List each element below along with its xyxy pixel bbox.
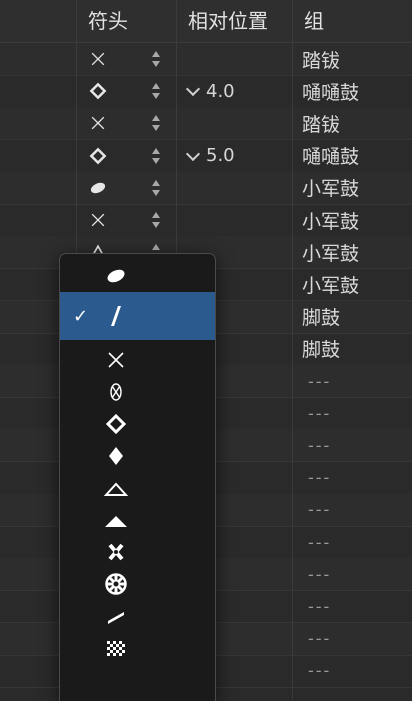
menu-item-filled-diamond-notehead[interactable] xyxy=(60,440,215,472)
table-row[interactable]: 小军鼓 xyxy=(0,171,412,205)
group-cell[interactable]: --- xyxy=(302,655,412,687)
relative-position-value: 4.0 xyxy=(206,80,235,102)
menu-item-filled-oval-notehead[interactable] xyxy=(60,260,215,292)
column-divider xyxy=(292,0,293,700)
notehead-stepper[interactable] xyxy=(150,107,162,139)
group-cell[interactable]: --- xyxy=(302,462,412,494)
filled-diamond-notehead-icon xyxy=(104,444,128,468)
group-cell[interactable]: 小军鼓 xyxy=(302,204,412,236)
group-cell[interactable]: 小军鼓 xyxy=(302,268,412,300)
notehead-stepper[interactable] xyxy=(150,43,162,75)
thin-slash-notehead-icon xyxy=(104,604,128,628)
checkmark-icon: ✓ xyxy=(73,305,89,327)
notehead-stepper[interactable] xyxy=(150,204,162,236)
table-header: 符头 相对位置 组 xyxy=(0,0,412,43)
filled-triangle-notehead-icon xyxy=(104,508,128,532)
notehead-stepper[interactable] xyxy=(150,172,162,204)
diamond-notehead-icon[interactable] xyxy=(86,140,110,172)
triangle-outline-notehead-icon xyxy=(103,476,129,500)
group-cell[interactable]: 小军鼓 xyxy=(302,236,412,268)
menu-item-circled-x-notehead[interactable] xyxy=(60,376,215,408)
oval-notehead-icon[interactable] xyxy=(86,172,110,204)
menu-item-filled-triangle-notehead[interactable] xyxy=(60,504,215,536)
menu-item-circle-cross-notehead[interactable] xyxy=(60,568,215,600)
bold-x-notehead-icon xyxy=(104,540,128,564)
group-cell[interactable]: --- xyxy=(302,429,412,461)
diamond-notehead-icon xyxy=(104,412,128,436)
x-notehead-icon[interactable] xyxy=(86,107,110,139)
menu-item-diamond-notehead[interactable] xyxy=(60,408,215,440)
group-cell[interactable]: --- xyxy=(302,397,412,429)
menu-item-triangle-outline-notehead[interactable] xyxy=(60,472,215,504)
menu-item-checkered-notehead[interactable] xyxy=(60,632,215,664)
column-header-relative-position[interactable]: 相对位置 xyxy=(188,0,268,42)
circle-cross-notehead-icon xyxy=(104,572,128,596)
x-notehead-icon xyxy=(104,348,128,372)
menu-item-thin-slash-notehead[interactable] xyxy=(60,600,215,632)
chevron-down-icon xyxy=(185,146,201,161)
menu-item-x-notehead[interactable] xyxy=(60,344,215,376)
group-cell[interactable]: 嗵嗵鼓 xyxy=(302,140,412,172)
table-row[interactable]: 踏钹 xyxy=(0,107,412,141)
notehead-popup-menu[interactable]: ✓ xyxy=(59,253,216,701)
group-cell[interactable]: --- xyxy=(302,558,412,590)
relative-position-value: 5.0 xyxy=(206,145,235,167)
table-row[interactable]: 小军鼓 xyxy=(0,204,412,237)
diamond-notehead-icon[interactable] xyxy=(86,75,110,107)
slash-notehead-icon xyxy=(104,304,128,328)
table-row[interactable]: 4.0 嗵嗵鼓 xyxy=(0,75,412,109)
group-cell[interactable]: 踏钹 xyxy=(302,107,412,139)
group-cell[interactable]: 脚鼓 xyxy=(302,301,412,333)
notehead-stepper[interactable] xyxy=(150,75,162,107)
group-cell[interactable]: --- xyxy=(302,590,412,622)
menu-item-slash-notehead[interactable]: ✓ xyxy=(60,292,215,340)
circled-x-notehead-icon xyxy=(104,380,128,404)
notehead-stepper[interactable] xyxy=(150,140,162,172)
menu-item-bold-x-notehead[interactable] xyxy=(60,536,215,568)
group-cell[interactable]: 踏钹 xyxy=(302,43,412,75)
group-cell[interactable]: --- xyxy=(302,494,412,526)
group-cell[interactable]: --- xyxy=(302,365,412,397)
group-cell[interactable]: 小军鼓 xyxy=(302,172,412,204)
checkered-notehead-icon xyxy=(104,636,128,660)
relative-position-popup[interactable]: 4.0 xyxy=(185,75,286,107)
group-cell[interactable]: --- xyxy=(302,623,412,655)
table-row[interactable]: 5.0 嗵嗵鼓 xyxy=(0,140,412,173)
column-header-notehead[interactable]: 符头 xyxy=(88,0,128,42)
table-row[interactable]: 踏钹 xyxy=(0,43,412,76)
relative-position-popup[interactable]: 5.0 xyxy=(185,140,286,172)
column-header-group[interactable]: 组 xyxy=(304,0,324,42)
group-cell[interactable]: 脚鼓 xyxy=(302,333,412,365)
group-cell[interactable]: --- xyxy=(302,526,412,558)
filled-oval-notehead-icon xyxy=(104,264,128,288)
chevron-down-icon xyxy=(185,82,201,97)
x-notehead-icon[interactable] xyxy=(86,43,110,75)
x-notehead-icon[interactable] xyxy=(86,204,110,236)
group-cell[interactable]: 嗵嗵鼓 xyxy=(302,75,412,107)
